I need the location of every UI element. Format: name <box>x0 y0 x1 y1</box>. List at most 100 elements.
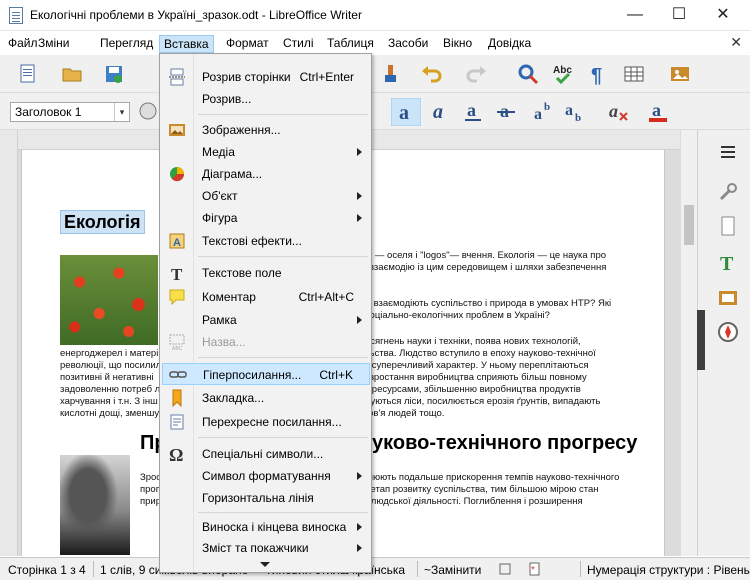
spelling-icon[interactable]: Abc <box>551 62 575 86</box>
menu-item-horizontal-line[interactable]: Горизонтальна лінія <box>162 487 370 509</box>
heading-ekologiia: Екологія <box>60 210 145 234</box>
menu-item-image[interactable]: Зображення... <box>162 119 370 141</box>
menu-item-chart[interactable]: Діаграма... <box>162 163 370 185</box>
gallery-icon[interactable] <box>716 285 740 309</box>
factory-smoke-photo <box>60 455 130 555</box>
page-icon[interactable] <box>716 214 740 238</box>
menu-item-label: Об'єкт <box>202 189 238 203</box>
menu-item-frame[interactable]: Рамка <box>162 309 370 331</box>
text-line: спільства. Людство вступило в епоху наук… <box>352 348 596 359</box>
insert-table-icon[interactable] <box>622 62 646 86</box>
text-line: ikos" — оселя і "logos"— вчення. Екологі… <box>352 250 607 261</box>
find-replace-icon[interactable] <box>516 62 540 86</box>
scroll-down-arrow-icon[interactable] <box>260 562 270 567</box>
selection-mode-icon[interactable] <box>498 562 512 576</box>
menu-table[interactable]: Таблиця <box>323 35 378 53</box>
menu-item-text-box[interactable]: T Текстове поле <box>162 262 370 284</box>
update-style-icon[interactable] <box>136 99 160 123</box>
menu-tools[interactable]: Засоби <box>384 35 432 53</box>
hyperlink-icon <box>169 371 187 378</box>
menu-edit[interactable]: Зміни <box>34 35 74 53</box>
menu-item-label: Зміст та покажчики <box>202 541 309 555</box>
text-line: ість людської діяльності. Поглиблення і … <box>352 496 583 507</box>
menu-item-bookmark[interactable]: Закладка... <box>162 387 370 409</box>
vertical-ruler <box>0 130 18 556</box>
menu-item-label: Символ форматування <box>202 469 331 483</box>
bookmark-icon <box>172 389 182 407</box>
vertical-scrollbar[interactable] <box>680 130 697 556</box>
underline-icon[interactable]: a <box>461 99 485 123</box>
menu-item-page-break[interactable]: Розрив сторінки Ctrl+Enter <box>162 66 370 88</box>
italic-icon[interactable]: a <box>427 99 451 123</box>
svg-text:a: a <box>609 101 618 121</box>
menu-view[interactable]: Перегляд <box>96 35 157 53</box>
sidebar-toggle[interactable] <box>697 310 705 370</box>
menu-help[interactable]: Довідка <box>484 35 535 53</box>
subscript-icon[interactable]: ab <box>563 99 587 123</box>
svg-text:a: a <box>652 100 661 120</box>
document-modified-icon[interactable]: * <box>528 562 542 576</box>
menu-item-fontwork[interactable]: A Текстові ефекти... <box>162 230 370 252</box>
menu-item-shortcut: Ctrl+Alt+C <box>298 290 354 304</box>
menu-separator <box>198 256 368 257</box>
menu-item-formatting-mark[interactable]: Символ форматування <box>162 465 370 487</box>
menu-item-media[interactable]: Медіа <box>162 141 370 163</box>
maximize-button[interactable]: ☐ <box>656 0 702 30</box>
insert-mode[interactable]: ~Замінити <box>424 563 481 577</box>
menu-item-shortcut: Ctrl+K <box>319 368 353 382</box>
menu-item-footnote[interactable]: Виноска і кінцева виноска <box>162 516 370 538</box>
menu-item-object[interactable]: Об'єкт <box>162 185 370 207</box>
text-line: ? Як взаємодіють суспільство і природа в… <box>352 298 612 309</box>
menu-item-label: Текстове поле <box>202 266 282 280</box>
menu-window[interactable]: Вікно <box>439 35 476 53</box>
formatting-marks-icon[interactable]: ¶ <box>586 62 610 86</box>
menu-item-shape[interactable]: Фігура <box>162 207 370 229</box>
styles-icon[interactable]: T <box>716 250 740 274</box>
clone-formatting-icon[interactable] <box>378 62 402 86</box>
submenu-arrow-icon <box>357 472 362 480</box>
menu-item-hyperlink[interactable]: Гіперпосилання... Ctrl+K <box>162 363 370 385</box>
properties-wrench-icon[interactable] <box>716 180 740 204</box>
menu-icon[interactable] <box>716 140 740 164</box>
close-document-icon[interactable]: ✕ <box>730 34 742 51</box>
status-bar: Сторінка 1 з 4 1 слів, 9 символів вибран… <box>0 557 750 580</box>
submenu-arrow-icon <box>357 544 362 552</box>
paragraph-style-box[interactable]: Заголовок 1 ▾ <box>10 102 130 122</box>
menu-item-break[interactable]: Розрив... <box>162 88 370 110</box>
poppy-field-photo <box>60 255 158 345</box>
menu-separator <box>198 114 368 115</box>
clear-formatting-icon[interactable]: a <box>606 99 630 123</box>
comment-icon <box>169 289 185 306</box>
menu-item-label: Зображення... <box>202 123 281 137</box>
insert-image-icon[interactable] <box>668 62 692 86</box>
font-color-icon[interactable]: a <box>646 99 670 123</box>
bold-icon[interactable]: a <box>391 98 421 126</box>
svg-text:ABC: ABC <box>172 346 183 351</box>
redo-icon[interactable] <box>464 62 488 86</box>
chevron-down-icon[interactable]: ▾ <box>114 103 129 121</box>
new-document-icon[interactable] <box>16 62 40 86</box>
text-line: мае суперечливий характер. У ньому переп… <box>352 360 589 371</box>
open-folder-icon[interactable] <box>60 62 84 86</box>
minimize-button[interactable]: — <box>612 0 658 30</box>
save-icon[interactable] <box>102 62 126 86</box>
strikethrough-icon[interactable]: a <box>494 99 518 123</box>
navigator-icon[interactable] <box>716 320 740 344</box>
undo-icon[interactable] <box>420 62 444 86</box>
menu-item-comment[interactable]: Коментар Ctrl+Alt+C <box>162 286 370 308</box>
scrollbar-thumb[interactable] <box>684 205 694 245</box>
menu-format[interactable]: Формат <box>222 35 273 53</box>
menu-item-special-character[interactable]: Ω Спеціальні символи... <box>162 443 370 465</box>
svg-text:a: a <box>565 102 573 119</box>
caption-icon: ABC <box>169 334 185 351</box>
menu-insert[interactable]: Вставка <box>159 35 214 53</box>
superscript-icon[interactable]: ab <box>532 99 556 123</box>
menu-item-table-of-contents[interactable]: Зміст та покажчики <box>162 537 370 559</box>
menu-item-cross-reference[interactable]: Перехресне посилання... <box>162 411 370 433</box>
text-line: енергоджерел і матері <box>60 348 159 359</box>
window-title: Екологічні проблеми в Україні_зразок.odt… <box>30 8 362 22</box>
svg-text:a: a <box>467 100 476 120</box>
menu-styles[interactable]: Стилі <box>279 35 318 53</box>
close-button[interactable]: ✕ <box>700 0 746 30</box>
page-count[interactable]: Сторінка 1 з 4 <box>8 563 86 577</box>
